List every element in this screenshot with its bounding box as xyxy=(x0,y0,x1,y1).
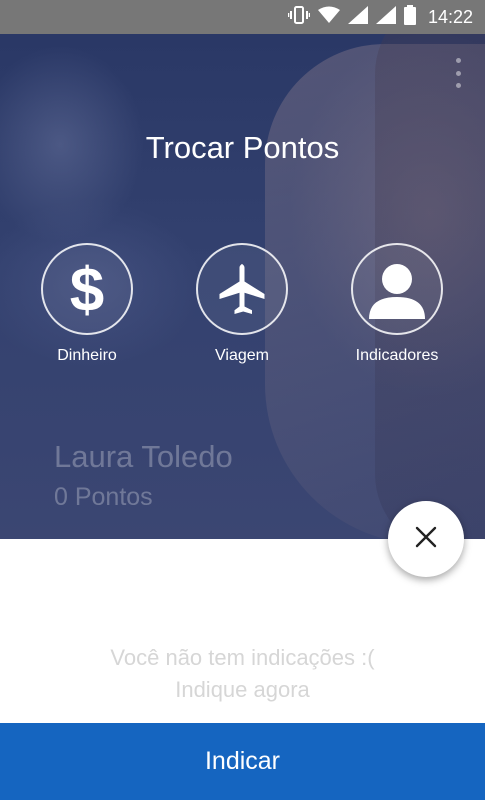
user-points: 0 Pontos xyxy=(54,483,153,511)
wifi-icon xyxy=(317,6,340,29)
person-icon[interactable] xyxy=(351,243,443,335)
signal-icon xyxy=(347,5,368,29)
option-dinheiro[interactable]: $ Dinheiro xyxy=(27,243,147,365)
option-label: Indicadores xyxy=(355,347,439,364)
dollar-icon[interactable]: $ xyxy=(41,243,133,335)
vibrate-icon xyxy=(287,5,311,30)
battery-icon xyxy=(403,4,416,30)
airplane-icon[interactable] xyxy=(196,243,288,335)
option-viagem[interactable]: Viagem xyxy=(182,243,302,365)
status-icons: 14:22 xyxy=(287,0,473,34)
status-time: 14:22 xyxy=(427,6,473,27)
signal-icon xyxy=(375,5,396,29)
overflow-menu-icon[interactable] xyxy=(453,58,463,88)
hero-banner: Trocar Pontos $ Dinheiro Viagem Indicado… xyxy=(0,34,485,539)
empty-state-line: Você não tem indicações :( xyxy=(110,645,375,670)
option-indicadores[interactable]: Indicadores xyxy=(337,243,457,365)
svg-text:$: $ xyxy=(70,257,104,321)
close-icon xyxy=(415,526,437,553)
user-name: Laura Toledo xyxy=(54,439,233,474)
empty-state-message: Você não tem indicações :( Indique agora xyxy=(0,642,485,706)
page-title: Trocar Pontos xyxy=(145,130,340,165)
indicar-button[interactable]: Indicar xyxy=(0,723,485,800)
option-label: Dinheiro xyxy=(57,347,117,364)
status-bar: 14:22 xyxy=(0,0,485,34)
option-label: Viagem xyxy=(215,347,269,364)
close-button[interactable] xyxy=(388,501,464,577)
empty-state-link[interactable]: Indique agora xyxy=(0,674,485,706)
